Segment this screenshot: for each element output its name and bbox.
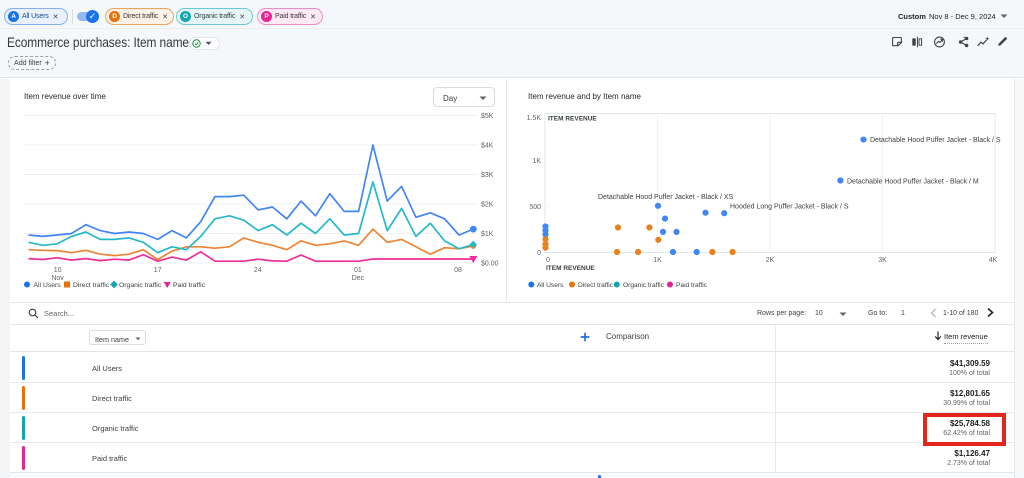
svg-text:3K: 3K — [878, 257, 887, 264]
svg-text:500: 500 — [529, 204, 541, 211]
svg-text:2K: 2K — [766, 257, 775, 264]
svg-text:Direct traffic: Direct traffic — [578, 282, 614, 289]
svg-text:1.5K: 1.5K — [527, 115, 542, 122]
svg-text:Nov: Nov — [51, 275, 64, 282]
svg-text:Hooded Long Puffer Jacket - Bl: Hooded Long Puffer Jacket - Black / S — [730, 204, 849, 211]
svg-text:$1K: $1K — [481, 231, 494, 238]
svg-text:$4K: $4K — [481, 143, 494, 150]
svg-text:17: 17 — [154, 267, 162, 274]
svg-text:01: 01 — [354, 267, 362, 274]
svg-text:Paid traffic: Paid traffic — [173, 282, 206, 289]
svg-text:4K: 4K — [989, 257, 998, 264]
svg-text:Organic traffic: Organic traffic — [623, 282, 665, 289]
svg-text:All Users: All Users — [34, 282, 62, 289]
svg-text:Detachable Hood Puffer Jacket: Detachable Hood Puffer Jacket - Black / … — [598, 194, 734, 201]
svg-text:$5K: $5K — [481, 113, 494, 120]
svg-text:Direct traffic: Direct traffic — [73, 282, 110, 289]
svg-text:$3K: $3K — [481, 172, 494, 179]
svg-text:24: 24 — [254, 267, 262, 274]
svg-text:Paid traffic: Paid traffic — [676, 282, 708, 289]
svg-text:ITEM REVENUE: ITEM REVENUE — [548, 116, 597, 123]
svg-text:0: 0 — [546, 257, 550, 264]
svg-text:Detachable Hood Puffer Jacket: Detachable Hood Puffer Jacket - Black / … — [870, 137, 1001, 144]
svg-text:1K: 1K — [653, 257, 662, 264]
svg-text:ITEM REVENUE: ITEM REVENUE — [546, 265, 595, 272]
svg-text:$0.00: $0.00 — [481, 261, 499, 268]
svg-text:Dec: Dec — [352, 275, 365, 282]
svg-text:$2K: $2K — [481, 202, 494, 209]
svg-text:All Users: All Users — [537, 282, 564, 289]
svg-text:10: 10 — [54, 267, 62, 274]
svg-text:0: 0 — [537, 250, 541, 257]
svg-text:Detachable Hood Puffer Jacket: Detachable Hood Puffer Jacket - Black / … — [847, 179, 979, 186]
svg-text:Organic traffic: Organic traffic — [119, 282, 162, 289]
svg-text:08: 08 — [454, 267, 462, 274]
svg-text:1K: 1K — [532, 158, 541, 165]
